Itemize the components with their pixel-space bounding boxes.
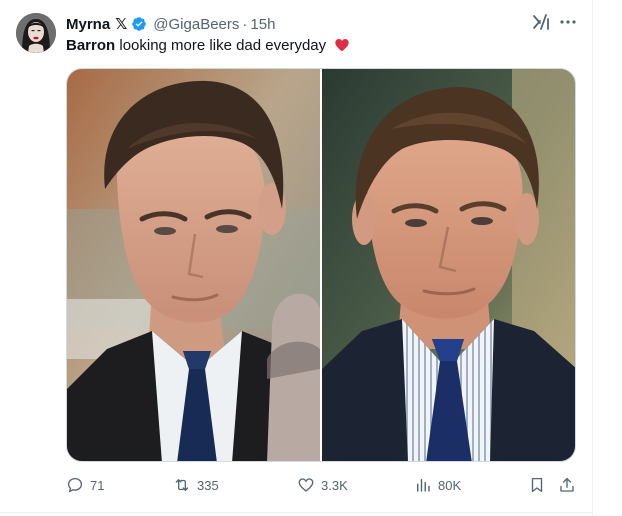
action-bar: 71 335 3.3K 80K [66, 474, 586, 496]
share-icon [560, 477, 574, 492]
post-page: Myrna 𝕏 @GigaBeers · 15h Barron looking … [0, 0, 622, 516]
red-heart-icon [335, 39, 349, 52]
more-options-icon[interactable] [558, 12, 578, 32]
author-handle[interactable]: @GigaBeers [153, 16, 239, 33]
reply-count: 71 [90, 477, 105, 493]
photo-left[interactable] [67, 69, 320, 462]
post-divider [0, 512, 592, 513]
post-text: Barron looking more like dad everyday [66, 36, 350, 56]
post-text-rest: looking more like dad everyday [115, 37, 327, 54]
grok-icon[interactable] [532, 13, 550, 31]
reply-button[interactable]: 71 [66, 474, 104, 496]
repost-icon [175, 479, 189, 491]
like-button[interactable]: 3.3K [297, 474, 348, 496]
display-name[interactable]: Myrna [66, 16, 110, 33]
views-count: 80K [438, 477, 462, 493]
photo-right[interactable] [322, 69, 576, 462]
bookmark-button[interactable] [528, 474, 546, 496]
repost-button[interactable]: 335 [173, 474, 219, 496]
repost-count: 335 [197, 477, 219, 493]
post-text-bold: Barron [66, 37, 116, 54]
bookmark-icon [531, 477, 543, 493]
x-affiliation-icon: 𝕏 [115, 16, 128, 33]
avatar[interactable] [16, 13, 56, 53]
reply-icon [67, 477, 83, 493]
views-icon [417, 479, 430, 492]
heart-icon [298, 478, 314, 492]
views-button[interactable]: 80K [414, 474, 461, 496]
like-count: 3.3K [321, 477, 348, 493]
post-media[interactable] [66, 68, 576, 462]
post-header: Myrna 𝕏 @GigaBeers · 15h [66, 14, 275, 34]
verified-badge-icon [132, 17, 147, 31]
share-button[interactable] [558, 474, 576, 496]
post-timestamp[interactable]: 15h [250, 16, 275, 33]
separator-dot: · [242, 15, 248, 33]
column-divider [592, 0, 593, 516]
